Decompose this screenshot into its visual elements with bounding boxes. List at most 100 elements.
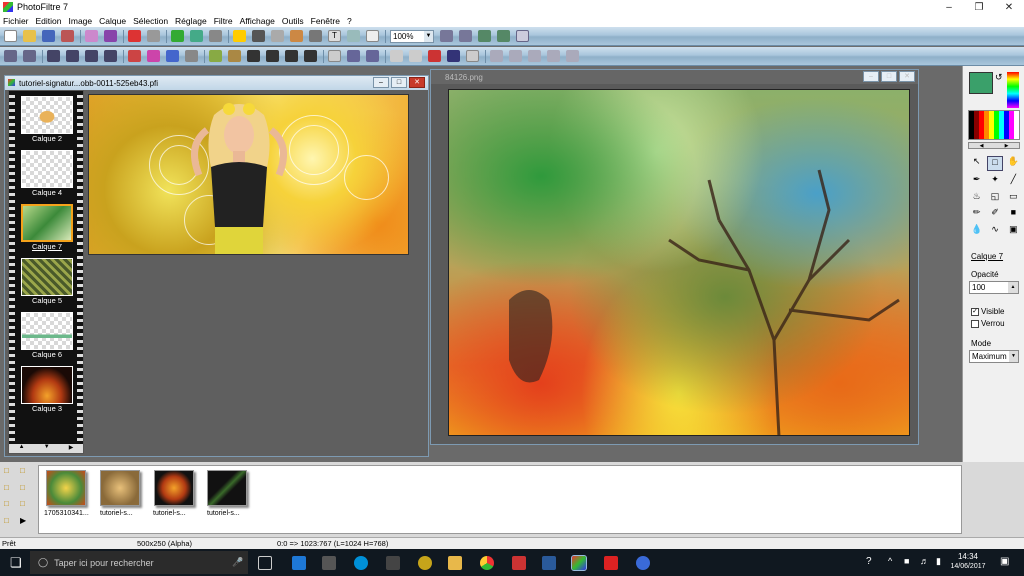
folder-favorite-icon[interactable]: □ <box>4 483 18 498</box>
blur-icon[interactable] <box>304 50 317 62</box>
layer-merge-icon[interactable] <box>309 30 322 42</box>
opacity-spinner[interactable]: ▲ <box>1008 282 1018 293</box>
visible-checkbox[interactable]: ✓ <box>971 308 979 316</box>
saturation-icon[interactable] <box>85 50 98 62</box>
doc-right-minimize-button[interactable]: – <box>863 71 879 82</box>
gamma-icon[interactable] <box>104 50 117 62</box>
menu-filtre[interactable]: Filtre <box>214 16 233 26</box>
color-balance-icon[interactable] <box>228 50 241 62</box>
app-icon-3[interactable] <box>512 556 526 570</box>
menu-reglage[interactable]: Réglage <box>175 16 207 26</box>
folder-up-icon[interactable]: □ <box>20 466 34 481</box>
tray-up-icon[interactable]: ^ <box>888 556 892 566</box>
menu-outils[interactable]: Outils <box>282 16 304 26</box>
line-tool-icon[interactable]: ╱ <box>1006 174 1021 188</box>
text-frame-icon[interactable] <box>466 50 479 62</box>
open-icon[interactable] <box>23 30 36 42</box>
hue-icon[interactable] <box>147 50 160 62</box>
mode-select[interactable]: Maximum ▼ <box>969 350 1019 363</box>
opacity-input[interactable]: 100 ▲ <box>969 281 1019 294</box>
thumbnail-image[interactable] <box>154 470 194 506</box>
scroll-up-icon[interactable]: ▲ <box>19 444 25 453</box>
eyedropper-tool-icon[interactable]: ✒ <box>969 174 984 188</box>
grayscale-icon[interactable] <box>185 50 198 62</box>
folder-browse-icon[interactable]: □ <box>4 516 18 531</box>
menu-fichier[interactable]: Fichier <box>3 16 29 26</box>
brightness-icon[interactable] <box>47 50 60 62</box>
paste-layer-icon[interactable] <box>190 30 203 42</box>
menu-selection[interactable]: Sélection <box>133 16 168 26</box>
chevron-right-icon[interactable]: ▶ <box>1005 143 1009 149</box>
menu-help[interactable]: ? <box>347 16 352 26</box>
image-size-icon[interactable] <box>347 30 360 42</box>
align-right-icon[interactable] <box>528 50 541 62</box>
copy-layer-icon[interactable] <box>171 30 184 42</box>
swap-colors-icon[interactable]: ↺ <box>995 72 1003 83</box>
redo-icon[interactable] <box>147 30 160 42</box>
minimize-button[interactable]: – <box>934 0 964 14</box>
align-left-icon[interactable] <box>490 50 503 62</box>
text-icon[interactable]: T <box>328 30 341 42</box>
layer-transform-icon[interactable] <box>290 30 303 42</box>
layer-item[interactable]: Calque 4 <box>19 150 75 200</box>
zoom-in-icon[interactable] <box>440 30 453 42</box>
selection-tool-icon[interactable]: □ <box>987 156 1003 171</box>
auto-contrast-icon[interactable] <box>23 50 36 62</box>
rotate-icon[interactable] <box>428 50 441 62</box>
relief-icon[interactable] <box>366 50 379 62</box>
menu-fenetre[interactable]: Fenêtre <box>311 16 340 26</box>
scroll-right-icon[interactable]: ▶ <box>69 444 74 453</box>
play-icon[interactable]: ▶ <box>20 516 34 531</box>
export-icon[interactable] <box>61 30 74 42</box>
negative-icon[interactable] <box>247 50 260 62</box>
print-icon[interactable] <box>85 30 98 42</box>
fullscreen-icon[interactable] <box>516 30 529 42</box>
chrome-icon[interactable] <box>480 556 494 570</box>
edge-icon[interactable] <box>292 556 306 570</box>
windows-start-icon[interactable]: ❏ <box>10 555 22 571</box>
chevron-down-icon[interactable]: ▼ <box>424 30 433 42</box>
thumbnail-image[interactable] <box>46 470 86 506</box>
layer-item[interactable]: Calque 6 <box>19 312 75 362</box>
layer-mask-icon[interactable] <box>252 30 265 42</box>
sharpen-icon[interactable] <box>328 50 341 62</box>
soften-icon[interactable] <box>285 50 298 62</box>
pointer-tool-icon[interactable]: ↖ <box>969 156 984 171</box>
color-palette[interactable] <box>968 110 1020 140</box>
brush-tool-icon[interactable]: ✏ <box>969 207 984 221</box>
microphone-icon[interactable]: 🎤 <box>232 557 243 568</box>
blur-tool-icon[interactable]: 💧 <box>969 224 984 238</box>
palette-scroll[interactable]: ◀ ▶ <box>968 142 1020 149</box>
auto-levels-icon[interactable] <box>4 50 17 62</box>
app-icon-r[interactable] <box>542 556 556 570</box>
fit-window-icon[interactable] <box>478 30 491 42</box>
spray-tool-icon[interactable]: ◱ <box>987 191 1002 205</box>
thumbnail-image[interactable] <box>100 470 140 506</box>
file-explorer-icon[interactable] <box>448 556 462 570</box>
clock-time[interactable]: 14:34 <box>948 552 988 561</box>
layer-item[interactable]: Calque 5 <box>19 258 75 308</box>
contrast-icon[interactable] <box>66 50 79 62</box>
folder-options-icon[interactable]: □ <box>20 499 34 514</box>
layer-item[interactable]: Calque 2 <box>19 96 75 146</box>
undo-icon[interactable] <box>128 30 141 42</box>
doc-left-close-button[interactable]: ✕ <box>409 77 425 88</box>
maximize-button[interactable]: ❐ <box>964 0 994 14</box>
zoom-select[interactable]: 100% ▼ <box>390 29 434 43</box>
color-icon[interactable] <box>233 30 246 42</box>
photofiltre-task-icon[interactable] <box>571 555 587 571</box>
menu-edition[interactable]: Edition <box>36 16 62 26</box>
dust-icon[interactable] <box>266 50 279 62</box>
stack-icon[interactable] <box>566 50 579 62</box>
thumbnail-label[interactable]: tutoriel-s... <box>207 510 277 517</box>
eraser-tool-icon[interactable]: ▭ <box>1006 191 1021 205</box>
store-icon[interactable] <box>322 556 336 570</box>
doc-right-close-button[interactable]: ✕ <box>899 71 915 82</box>
canvas-icon[interactable] <box>366 30 379 42</box>
clone-tool-icon[interactable]: ▣ <box>1006 224 1021 238</box>
close-button[interactable]: ✕ <box>994 0 1024 14</box>
acrobat-icon[interactable] <box>604 556 618 570</box>
primary-color-swatch[interactable] <box>969 72 993 94</box>
clock-date[interactable]: 14/06/2017 <box>946 563 990 570</box>
menu-calque[interactable]: Calque <box>99 16 126 26</box>
